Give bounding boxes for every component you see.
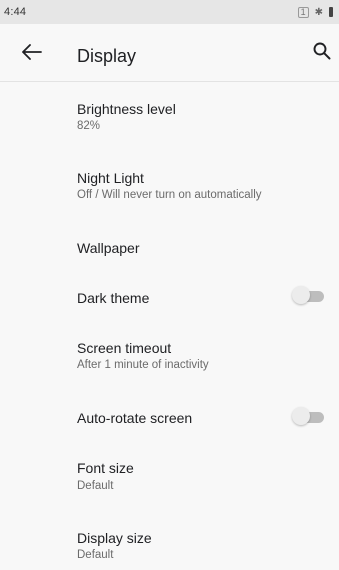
setting-title: Font size bbox=[77, 460, 134, 476]
status-icons: 1 ✱ bbox=[297, 6, 333, 18]
search-icon[interactable] bbox=[312, 41, 332, 61]
setting-title: Brightness level bbox=[77, 101, 176, 117]
arrow-back-icon[interactable] bbox=[22, 44, 42, 60]
setting-display-size[interactable]: Display size Default bbox=[0, 518, 339, 570]
toggle-thumb bbox=[292, 407, 310, 425]
setting-font-size[interactable]: Font size Default bbox=[0, 448, 339, 508]
bluetooth-icon: ✱ bbox=[314, 6, 323, 18]
setting-title: Screen timeout bbox=[77, 340, 172, 356]
setting-summary: Off / Will never turn on automatically bbox=[77, 189, 262, 201]
app-bar: Display bbox=[0, 24, 339, 82]
status-time: 4:44 bbox=[4, 6, 27, 18]
toggle-thumb bbox=[292, 286, 310, 304]
setting-summary: After 1 minute of inactivity bbox=[77, 359, 209, 371]
setting-summary: 82% bbox=[77, 120, 101, 132]
setting-title: Night Light bbox=[77, 170, 144, 186]
setting-summary: Default bbox=[77, 549, 114, 561]
setting-title: Display size bbox=[77, 530, 152, 546]
display-settings-screen: 4:44 1 ✱ Display Brightness level 82% Ni… bbox=[0, 0, 339, 570]
setting-night-light[interactable]: Night Light Off / Will never turn on aut… bbox=[0, 159, 339, 219]
notification-icon: 1 bbox=[297, 6, 309, 18]
setting-title: Auto-rotate screen bbox=[77, 410, 193, 426]
auto-rotate-toggle[interactable] bbox=[292, 407, 326, 427]
setting-title: Dark theme bbox=[77, 290, 150, 306]
setting-summary: Default bbox=[77, 480, 114, 492]
battery-icon bbox=[329, 7, 333, 17]
dark-theme-toggle[interactable] bbox=[292, 286, 326, 306]
setting-brightness-level[interactable]: Brightness level 82% bbox=[0, 89, 339, 149]
status-bar: 4:44 1 ✱ bbox=[0, 0, 339, 24]
setting-screen-timeout[interactable]: Screen timeout After 1 minute of inactiv… bbox=[0, 328, 339, 388]
setting-title: Wallpaper bbox=[77, 240, 140, 256]
page-title: Display bbox=[77, 46, 137, 66]
